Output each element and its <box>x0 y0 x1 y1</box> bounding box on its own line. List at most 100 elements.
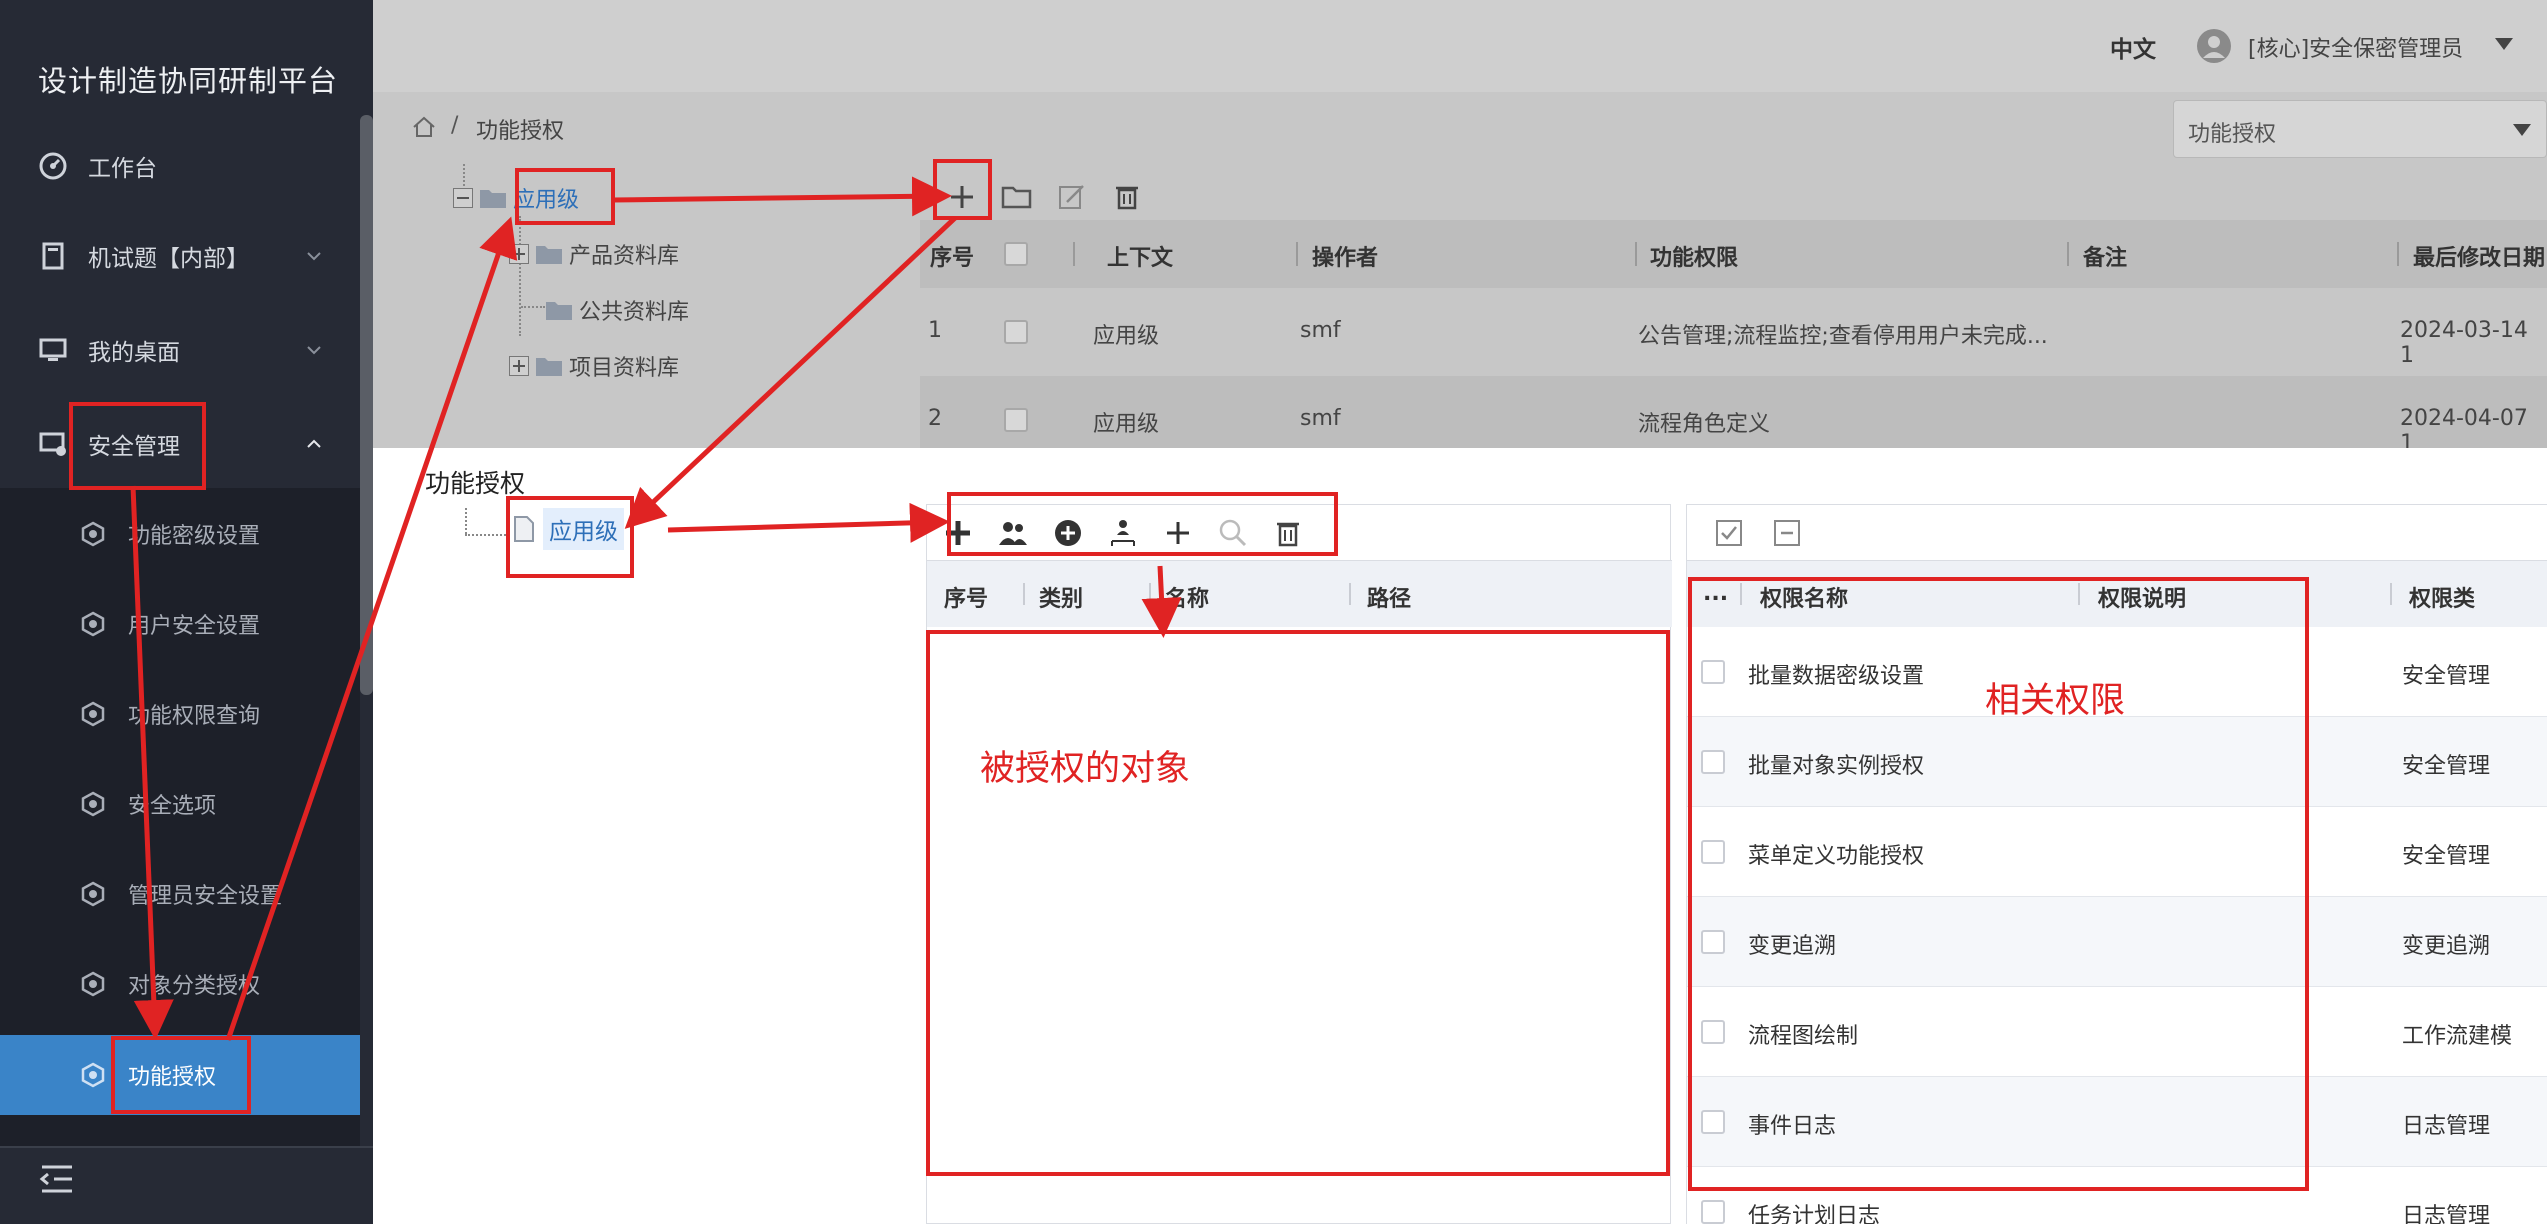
table-row[interactable]: 1 应用级 smf 公告管理;流程监控;查看停用用户未完成... 2024-03… <box>920 288 2547 376</box>
grid-header: 序号 上下文 操作者 功能权限 备注 最后修改日期 <box>920 220 2547 288</box>
cell-operator: smf <box>1300 406 1341 431</box>
tree-node-project-lib[interactable]: 项目资料库 <box>509 350 679 382</box>
user-avatar-icon[interactable] <box>2196 28 2232 64</box>
top-bar: 中文 [核心]安全保密管理员 <box>373 0 2547 92</box>
sidebar-item-label: 安全选项 <box>128 794 217 819</box>
column-header: 序号 <box>944 587 989 612</box>
monitor-icon <box>39 338 67 361</box>
sidebar-item-user-security[interactable]: 用户安全设置 <box>0 584 360 664</box>
caret-down-icon[interactable] <box>2493 36 2515 52</box>
table-row[interactable]: 批量对象实例授权 安全管理 <box>1687 717 2547 807</box>
delete-icon[interactable] <box>1110 180 1144 214</box>
tree-node-label: 公共资料库 <box>579 300 690 325</box>
security-monitor-icon <box>39 432 66 456</box>
sidebar-item-security-options[interactable]: 安全选项 <box>0 764 360 844</box>
uncheck-all-icon[interactable] <box>1773 519 1801 547</box>
table-row[interactable]: 2 应用级 smf 流程角色定义 2024-04-07 1 <box>920 376 2547 448</box>
sidebar: 设计制造协同研制平台 工作台 机试题【内部】 我的桌面 安全管理 功能密级设置 … <box>0 0 373 1224</box>
file-icon <box>514 516 534 542</box>
hexagon-icon <box>81 521 105 547</box>
column-header: 操作者 <box>1312 246 1379 271</box>
tree-node-public-lib[interactable]: 公共资料库 <box>539 294 689 326</box>
tree-node-product-lib[interactable]: 产品资料库 <box>509 238 679 270</box>
sidebar-divider <box>0 1146 373 1148</box>
folder-open-icon[interactable] <box>1000 180 1034 214</box>
tree-expand-icon[interactable] <box>509 244 529 264</box>
row-checkbox[interactable] <box>1701 1020 1725 1044</box>
sidebar-item-label: 用户安全设置 <box>128 614 261 639</box>
dialog-title: 功能授权 <box>425 469 526 498</box>
row-checkbox[interactable] <box>1004 320 1028 344</box>
column-header: 类别 <box>1039 587 1084 612</box>
org-structure-icon[interactable] <box>1107 517 1139 549</box>
chevron-down-icon <box>307 346 321 355</box>
collapse-menu-icon[interactable] <box>38 1163 76 1195</box>
table-row[interactable]: 流程图绘制 工作流建模 <box>1687 987 2547 1077</box>
cell-permission: 公告管理;流程监控;查看停用用户未完成... <box>1638 324 2048 349</box>
sidebar-item-admin-security[interactable]: 管理员安全设置 <box>0 854 360 934</box>
row-checkbox[interactable] <box>1701 840 1725 864</box>
table-row[interactable]: 菜单定义功能授权 安全管理 <box>1687 807 2547 897</box>
tree-node-label: 项目资料库 <box>569 356 680 381</box>
cell-permission: 流程角色定义 <box>1638 412 1771 437</box>
table-row[interactable]: 任务计划日志 日志管理 <box>1687 1167 2547 1224</box>
annotation-label-objects: 被授权的对象 <box>980 749 1191 789</box>
column-header: 名称 <box>1165 587 1210 612</box>
authorization-dialog: 功能授权 应用级 序号 类别 名称 路径 ... 权限名称 权限说明 权限类 批… <box>373 448 2547 1224</box>
sidebar-item-workbench[interactable]: 工作台 <box>0 126 360 206</box>
user-group-icon[interactable] <box>997 517 1029 549</box>
row-checkbox[interactable] <box>1701 660 1725 684</box>
sidebar-item-object-class-auth[interactable]: 对象分类授权 <box>0 944 360 1024</box>
add-circle-icon[interactable] <box>1052 517 1084 549</box>
tree-node-label: 应用级 <box>513 188 580 213</box>
sidebar-scrollbar[interactable] <box>360 115 373 695</box>
row-checkbox[interactable] <box>1701 930 1725 954</box>
home-icon[interactable] <box>411 114 437 140</box>
add-icon[interactable] <box>1162 517 1194 549</box>
permission-category: 工作流建模 <box>2402 1024 2513 1049</box>
app-title: 设计制造协同研制平台 <box>38 64 339 98</box>
search-icon[interactable] <box>1217 517 1249 549</box>
breadcrumb: / 功能授权 功能授权 <box>373 92 2547 164</box>
page-select[interactable]: 功能授权 <box>2173 100 2547 158</box>
add-bold-icon[interactable] <box>942 517 974 549</box>
cell-context: 应用级 <box>1093 412 1160 437</box>
permission-name: 流程图绘制 <box>1748 1024 1859 1049</box>
dashboard-icon <box>39 152 67 180</box>
tree-expand-icon[interactable] <box>509 356 529 376</box>
table-row[interactable]: 事件日志 日志管理 <box>1687 1077 2547 1167</box>
sidebar-item-func-level[interactable]: 功能密级设置 <box>0 494 360 574</box>
column-separator <box>1073 242 1075 266</box>
edit-icon[interactable] <box>1055 180 1089 214</box>
add-icon[interactable] <box>945 180 979 214</box>
column-separator <box>1349 583 1351 605</box>
row-checkbox[interactable] <box>1701 750 1725 774</box>
user-name[interactable]: [核心]安全保密管理员 <box>2248 31 2463 63</box>
sidebar-item-desktop[interactable]: 我的桌面 <box>0 310 360 390</box>
annotation-label-perms: 相关权限 <box>1985 681 2126 721</box>
permission-category: 变更追溯 <box>2402 934 2491 959</box>
tree-node-app-level[interactable]: 应用级 <box>453 182 579 214</box>
row-checkbox[interactable] <box>1701 1110 1725 1134</box>
tree-node-app-level[interactable]: 应用级 <box>513 508 624 550</box>
hexagon-icon <box>81 791 105 817</box>
upper-panel: 应用级 产品资料库 公共资料库 项目资料库 序号 上下文 操作者 功能权限 备注 <box>373 164 2547 448</box>
cell-date: 2024-03-14 1 <box>2400 318 2528 368</box>
sidebar-item-security[interactable]: 安全管理 <box>0 404 360 484</box>
row-checkbox[interactable] <box>1701 1200 1725 1224</box>
column-header: 序号 <box>930 246 975 271</box>
column-header: 权限说明 <box>2098 587 2187 612</box>
delete-icon[interactable] <box>1272 517 1304 549</box>
select-all-checkbox[interactable] <box>1004 242 1028 266</box>
table-row[interactable]: 变更追溯 变更追溯 <box>1687 897 2547 987</box>
permissions-panel: ... 权限名称 权限说明 权限类 批量数据密级设置 安全管理 批量对象实例授权… <box>1686 504 2547 1224</box>
sidebar-item-func-auth[interactable]: 功能授权 <box>0 1035 360 1115</box>
sidebar-item-perm-query[interactable]: 功能权限查询 <box>0 674 360 754</box>
tree-collapse-icon[interactable] <box>453 188 473 208</box>
column-separator <box>1296 242 1298 266</box>
row-checkbox[interactable] <box>1004 408 1028 432</box>
sidebar-item-exam[interactable]: 机试题【内部】 <box>0 216 360 296</box>
language-switch[interactable]: 中文 <box>2110 30 2156 64</box>
check-all-icon[interactable] <box>1715 519 1743 547</box>
column-header: 权限类 <box>2409 587 2476 612</box>
